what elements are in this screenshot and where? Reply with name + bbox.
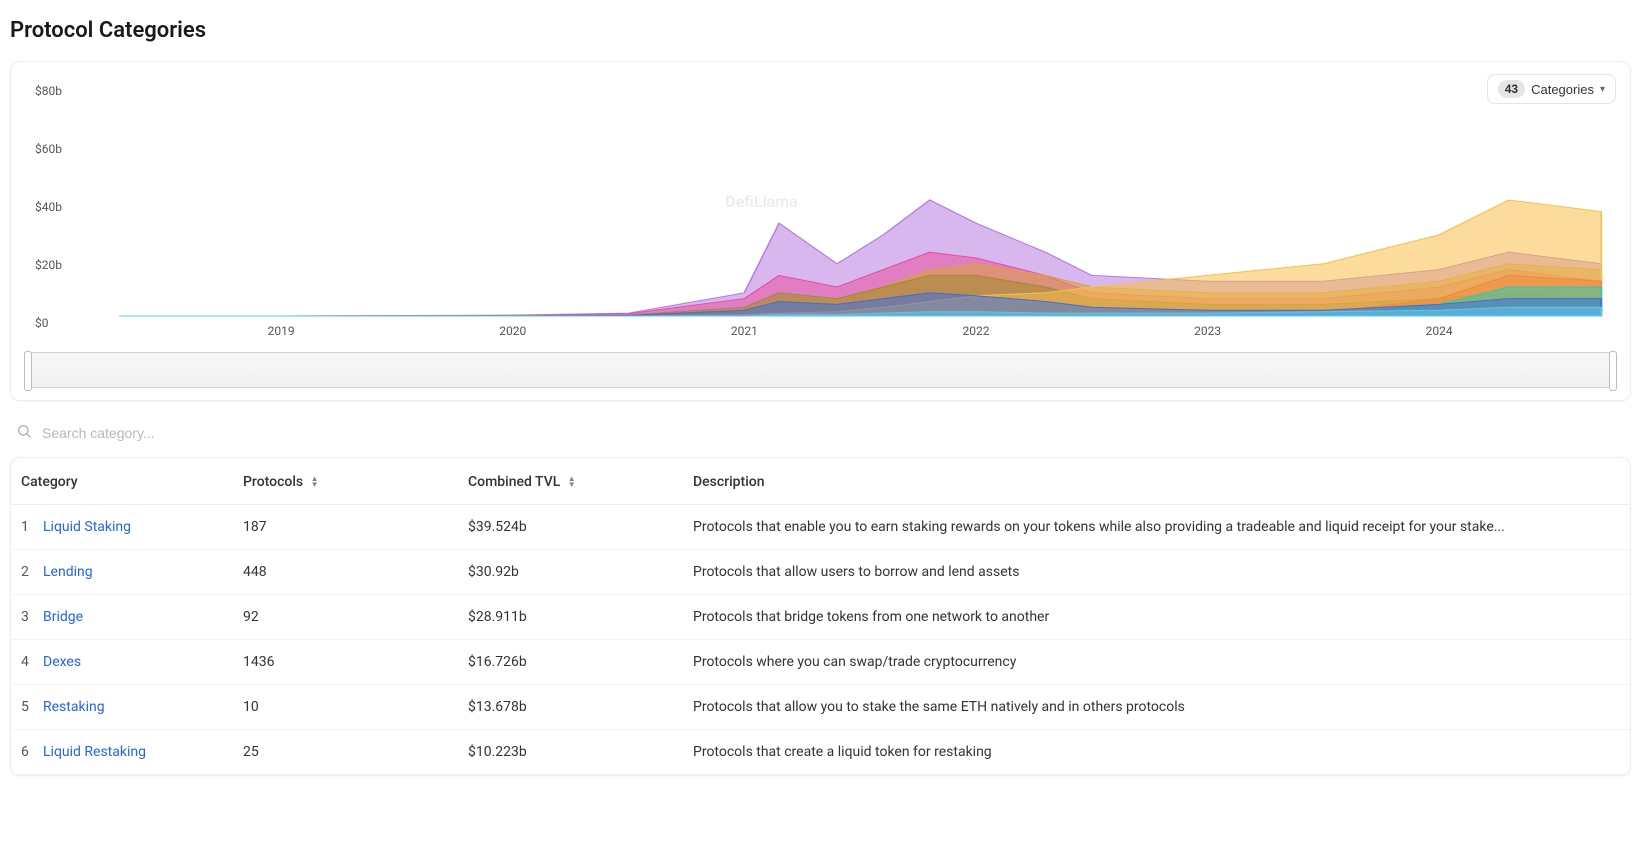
th-category[interactable]: Category	[11, 458, 233, 505]
row-tvl: $16.726b	[458, 640, 683, 685]
timeline-brush[interactable]	[27, 352, 1614, 388]
row-protocols: 92	[233, 595, 458, 640]
row-index: 2	[11, 550, 33, 595]
brush-handle-left[interactable]	[24, 351, 32, 391]
category-link[interactable]: Dexes	[43, 654, 81, 670]
categories-table: Category Protocols ▲▼ Combined TVL ▲▼ De…	[11, 458, 1630, 775]
row-tvl: $10.223b	[458, 730, 683, 775]
brush-handle-right[interactable]	[1609, 351, 1617, 391]
table-row: 1 Liquid Staking 187$39.524bProtocols that…	[11, 505, 1630, 550]
th-tvl-label: Combined TVL	[468, 474, 560, 490]
row-description: Protocols that create a liquid token for…	[683, 730, 1630, 775]
page-title: Protocol Categories	[10, 18, 1631, 43]
row-tvl: $30.92b	[458, 550, 683, 595]
row-description: Protocols that bridge tokens from one ne…	[683, 595, 1630, 640]
categories-table-card: Category Protocols ▲▼ Combined TVL ▲▼ De…	[10, 457, 1631, 776]
row-index: 3	[11, 595, 33, 640]
table-row: 4 Dexes 1436$16.726bProtocols where you ca…	[11, 640, 1630, 685]
row-tvl: $39.524b	[458, 505, 683, 550]
chart-card: 43 Categories ▾ $0$20b$40b$60b$80b 20192…	[10, 61, 1631, 401]
search-input[interactable]	[40, 424, 340, 442]
th-description-label: Description	[693, 474, 765, 490]
row-index: 1	[11, 505, 33, 550]
th-description: Description	[683, 458, 1630, 505]
category-link[interactable]: Restaking	[43, 699, 105, 715]
row-index: 5	[11, 685, 33, 730]
row-description: Protocols where you can swap/trade crypt…	[683, 640, 1630, 685]
row-tvl: $28.911b	[458, 595, 683, 640]
row-description: Protocols that allow you to stake the sa…	[683, 685, 1630, 730]
table-row: 3 Bridge 92$28.911bProtocols that bridge t…	[11, 595, 1630, 640]
row-protocols: 448	[233, 550, 458, 595]
sort-icon: ▲▼	[311, 476, 319, 488]
search-icon	[16, 423, 32, 443]
row-description: Protocols that enable you to earn stakin…	[683, 505, 1630, 550]
row-protocols: 10	[233, 685, 458, 730]
row-protocols: 25	[233, 730, 458, 775]
table-row: 6 Liquid Restaking 25$10.223bProtocols tha…	[11, 730, 1630, 775]
category-link[interactable]: Bridge	[43, 609, 83, 625]
row-index: 4	[11, 640, 33, 685]
category-link[interactable]: Liquid Restaking	[43, 744, 146, 760]
row-protocols: 187	[233, 505, 458, 550]
sort-icon: ▲▼	[568, 476, 576, 488]
th-category-label: Category	[21, 474, 78, 490]
th-protocols-label: Protocols	[243, 474, 303, 490]
th-protocols[interactable]: Protocols ▲▼	[233, 458, 458, 505]
table-row: 2 Lending 448$30.92bProtocols that allow u…	[11, 550, 1630, 595]
category-link[interactable]: Lending	[43, 564, 93, 580]
row-protocols: 1436	[233, 640, 458, 685]
th-tvl[interactable]: Combined TVL ▲▼	[458, 458, 683, 505]
row-description: Protocols that allow users to borrow and…	[683, 550, 1630, 595]
row-index: 6	[11, 730, 33, 775]
row-tvl: $13.678b	[458, 685, 683, 730]
table-row: 5 Restaking 10$13.678bProtocols that allow…	[11, 685, 1630, 730]
tvl-area-chart[interactable]: $0$20b$40b$60b$80b 201920202021202220232…	[27, 78, 1614, 338]
category-link[interactable]: Liquid Staking	[43, 519, 131, 535]
